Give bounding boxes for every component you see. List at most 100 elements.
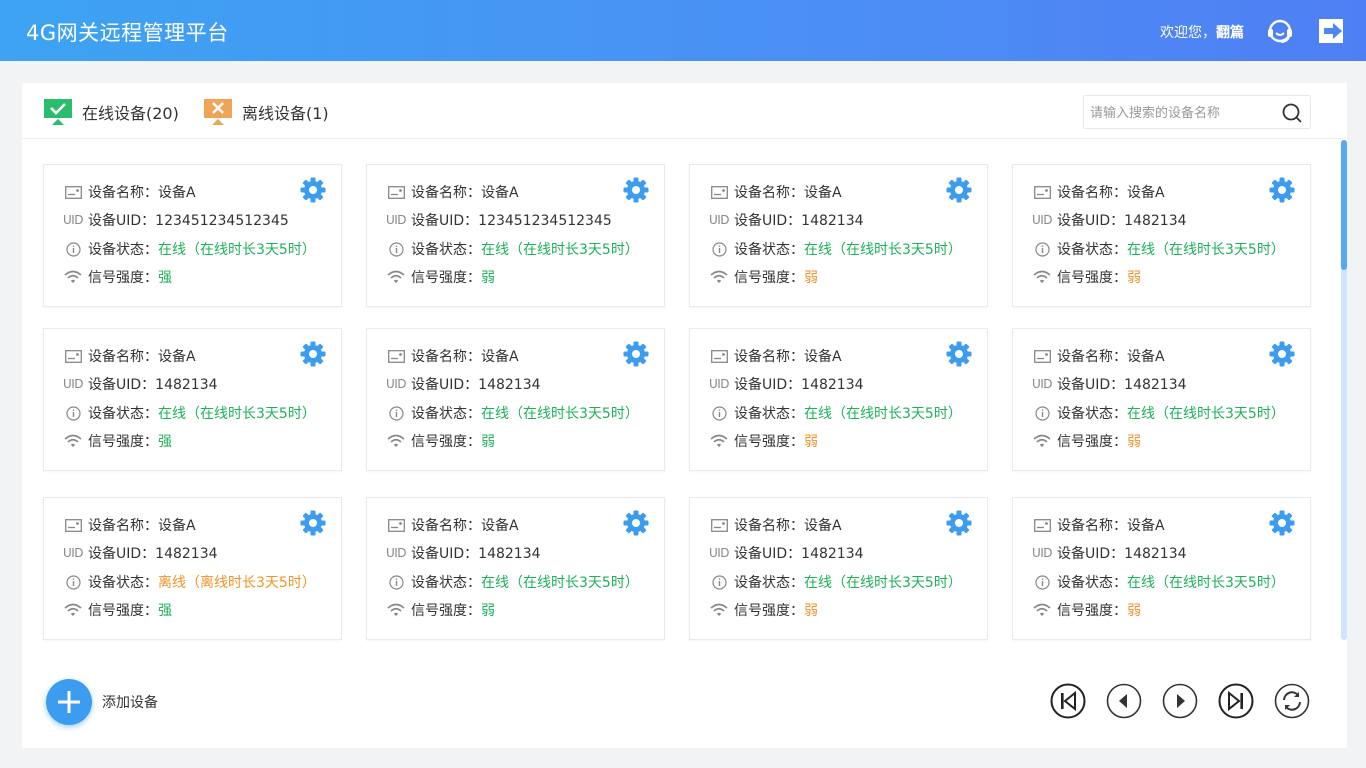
tab-offline-devices[interactable]: 离线设备(1)	[204, 99, 329, 125]
device-status-row: 设备状态：离线（离线时长3天5时）	[44, 572, 341, 592]
uid-icon: UID	[385, 544, 407, 562]
device-grid: 设备名称：设备A UID 设备UID：123451234512345 设备状态：在线（…	[43, 164, 1311, 644]
add-device-button[interactable]	[46, 679, 92, 725]
device-card[interactable]: 设备名称：设备A UID 设备UID：1482134 设备状态：在线（在线时长3天5时…	[366, 328, 665, 471]
device-status-value: 在线（在线时长3天5时）	[804, 242, 962, 258]
device-status-label: 设备状态：	[411, 242, 481, 258]
refresh-icon[interactable]	[1274, 683, 1310, 719]
gear-icon[interactable]	[1269, 177, 1295, 203]
gear-icon[interactable]	[623, 341, 649, 367]
device-status-value: 在线（在线时长3天5时）	[481, 575, 639, 591]
device-status-value: 在线（在线时长3天5时）	[1127, 242, 1285, 258]
search-icon[interactable]	[1281, 102, 1303, 124]
next-page-icon[interactable]	[1162, 683, 1198, 719]
uid-tag: UID	[708, 213, 730, 227]
device-card[interactable]: 设备名称：设备A UID 设备UID：1482134 设备状态：在线（在线时长3天5时…	[689, 328, 988, 471]
gear-icon[interactable]	[1269, 510, 1295, 536]
device-uid-label: 设备UID：	[411, 377, 479, 393]
uid-icon: UID	[386, 375, 407, 393]
first-page-icon[interactable]	[1050, 683, 1086, 719]
device-uid-row: UID 设备UID：1482134	[1013, 543, 1310, 563]
wifi-icon	[387, 432, 405, 450]
device-uid-label: 设备UID：	[1057, 213, 1125, 229]
device-card-icon	[710, 183, 728, 201]
gear-icon[interactable]	[946, 510, 972, 536]
device-signal-row: 信号强度：弱	[1013, 600, 1310, 620]
headset-icon[interactable]	[1265, 16, 1295, 46]
uid-icon: UID	[709, 544, 730, 562]
info-icon	[710, 404, 728, 422]
device-card[interactable]: 设备名称：设备A UID 设备UID：1482134 设备状态：在线（在线时长3天5时…	[1012, 164, 1311, 307]
gear-icon[interactable]	[300, 510, 326, 536]
search-input[interactable]	[1090, 102, 1270, 124]
device-card[interactable]: 设备名称：设备A UID 设备UID：1482134 设备状态：在线（在线时长3天5时…	[1012, 328, 1311, 471]
add-device-label[interactable]: 添加设备	[102, 692, 158, 712]
previous-page-icon[interactable]	[1106, 683, 1142, 719]
wifi-icon	[1033, 268, 1051, 286]
device-signal-value: 弱	[804, 603, 818, 619]
search-box	[1083, 95, 1311, 129]
device-signal-value: 强	[158, 434, 172, 450]
gear-icon[interactable]	[946, 177, 972, 203]
logout-icon[interactable]	[1316, 16, 1346, 46]
uid-tag: UID	[1031, 546, 1053, 560]
device-card[interactable]: 设备名称：设备A UID 设备UID：123451234512345 设备状态：在线（…	[43, 164, 342, 307]
device-uid-label: 设备UID：	[88, 377, 156, 393]
gear-icon[interactable]	[623, 510, 649, 536]
device-uid-value: 1482134	[801, 213, 864, 229]
top-header: 4G网关远程管理平台 欢迎您，翻篇	[0, 0, 1366, 61]
wifi-icon	[387, 601, 405, 619]
uid-tag: UID	[1031, 213, 1053, 227]
uid-icon: UID	[63, 211, 84, 229]
device-status-row: 设备状态：在线（在线时长3天5时）	[690, 572, 987, 592]
device-card[interactable]: 设备名称：设备A UID 设备UID：1482134 设备状态：在线（在线时长3天5时…	[43, 328, 342, 471]
device-signal-label: 信号强度：	[734, 603, 804, 619]
tab-online-devices[interactable]: 在线设备(20)	[44, 99, 179, 125]
device-name-value: 设备A	[804, 185, 842, 201]
gear-icon[interactable]	[1269, 341, 1295, 367]
wifi-icon	[64, 601, 82, 619]
device-card[interactable]: 设备名称：设备A UID 设备UID：1482134 设备状态：在线（在线时长3天5时…	[1012, 497, 1311, 640]
uid-icon: UID	[386, 211, 407, 229]
welcome-text: 欢迎您，翻篇	[1160, 22, 1244, 42]
plus-icon	[58, 691, 80, 713]
device-status-label: 设备状态：	[734, 242, 804, 258]
device-card-icon	[387, 347, 405, 365]
device-status-row: 设备状态：在线（在线时长3天5时）	[367, 239, 664, 259]
device-signal-row: 信号强度：弱	[367, 267, 664, 287]
device-card[interactable]: 设备名称：设备A UID 设备UID：1482134 设备状态：在线（在线时长3天5时…	[689, 164, 988, 307]
last-page-icon[interactable]	[1218, 683, 1254, 719]
device-uid-row: UID 设备UID：1482134	[1013, 210, 1310, 230]
device-signal-label: 信号强度：	[88, 270, 158, 286]
device-status-value: 在线（在线时长3天5时）	[804, 575, 962, 591]
gear-icon[interactable]	[300, 177, 326, 203]
device-signal-row: 信号强度：弱	[690, 600, 987, 620]
uid-icon: UID	[1031, 211, 1053, 229]
device-name-row: 设备名称：设备A	[1013, 182, 1310, 202]
device-signal-label: 信号强度：	[1057, 603, 1127, 619]
device-signal-label: 信号强度：	[88, 603, 158, 619]
device-card[interactable]: 设备名称：设备A UID 设备UID：1482134 设备状态：离线（离线时长3天5时…	[43, 497, 342, 640]
device-card[interactable]: 设备名称：设备A UID 设备UID：1482134 设备状态：在线（在线时长3天5时…	[366, 497, 665, 640]
device-name-row: 设备名称：设备A	[690, 182, 987, 202]
tab-offline-label: 离线设备(1)	[242, 104, 329, 123]
scrollbar-thumb[interactable]	[1341, 140, 1347, 270]
device-signal-label: 信号强度：	[734, 270, 804, 286]
device-uid-label: 设备UID：	[1057, 546, 1125, 562]
device-card[interactable]: 设备名称：设备A UID 设备UID：123451234512345 设备状态：在线（…	[366, 164, 665, 307]
device-signal-value: 弱	[481, 434, 495, 450]
device-card[interactable]: 设备名称：设备A UID 设备UID：1482134 设备状态：在线（在线时长3天5时…	[689, 497, 988, 640]
wifi-icon	[64, 268, 82, 286]
device-signal-value: 弱	[804, 270, 818, 286]
uid-tag: UID	[1031, 377, 1053, 391]
gear-icon[interactable]	[623, 177, 649, 203]
device-signal-label: 信号强度：	[1057, 434, 1127, 450]
device-status-label: 设备状态：	[1057, 242, 1127, 258]
gear-icon[interactable]	[300, 341, 326, 367]
scrollbar[interactable]	[1341, 140, 1347, 640]
device-status-label: 设备状态：	[734, 575, 804, 591]
device-card-icon	[64, 516, 82, 534]
device-name-value: 设备A	[1127, 518, 1165, 534]
gear-icon[interactable]	[946, 341, 972, 367]
uid-tag: UID	[385, 546, 407, 560]
